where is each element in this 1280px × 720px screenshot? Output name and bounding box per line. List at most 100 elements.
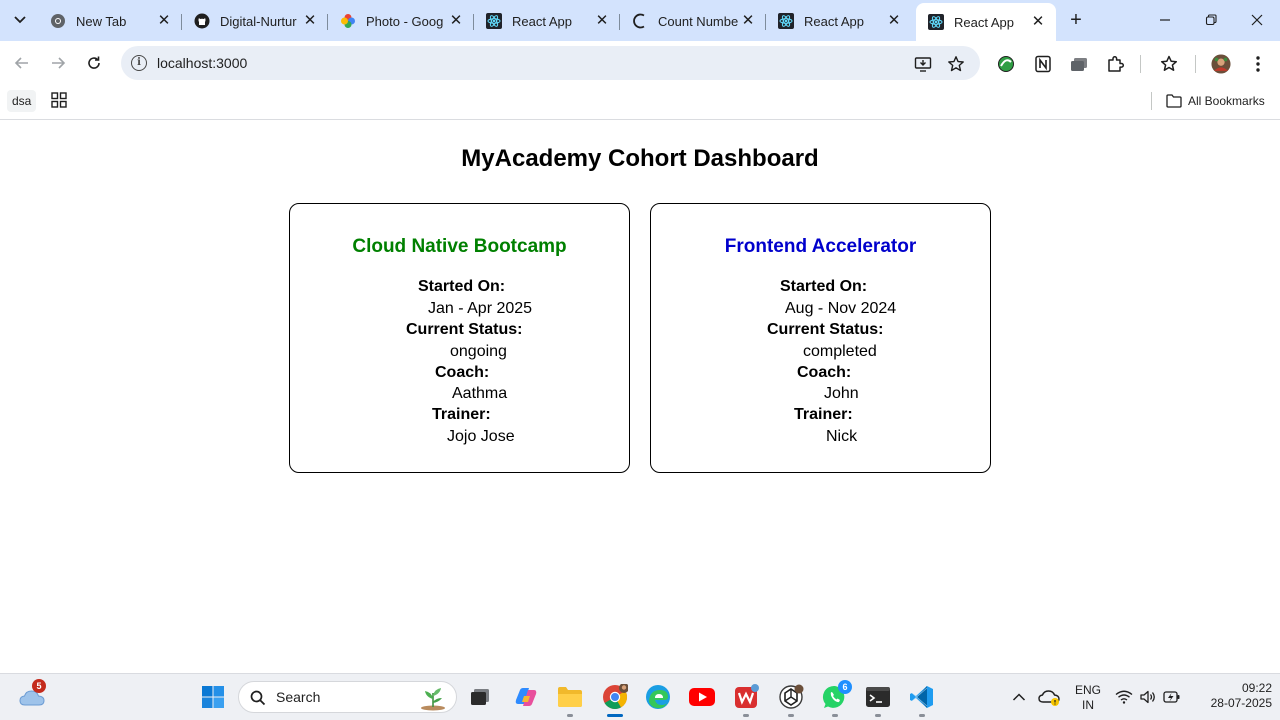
youtube-icon[interactable] (687, 682, 717, 712)
close-icon[interactable]: ✕ (886, 13, 902, 29)
reload-button[interactable] (82, 51, 106, 75)
extension-gray-icon[interactable] (1069, 54, 1089, 74)
bookmarks-separator (1151, 92, 1152, 110)
vscode-icon[interactable] (907, 682, 937, 717)
running-indicator (788, 714, 794, 717)
tab-title: Count Numbe (658, 13, 739, 29)
weather-icon[interactable]: 5 (17, 679, 47, 712)
react-icon (928, 14, 944, 30)
cohort-name: Frontend Accelerator (724, 236, 917, 257)
new-tab-button[interactable]: + (1064, 8, 1088, 32)
tab-title: React App (512, 13, 572, 29)
status-label: Current Status: (767, 321, 884, 338)
copilot-icon[interactable] (511, 682, 541, 712)
chrome-icon (50, 13, 66, 29)
battery-charging-icon (1163, 691, 1180, 703)
profile-avatar[interactable] (1211, 54, 1231, 74)
close-icon[interactable]: ✕ (448, 13, 464, 29)
browser-menu-icon[interactable] (1248, 54, 1268, 74)
extension-green-icon[interactable] (996, 54, 1016, 74)
trainer-label: Trainer: (432, 406, 491, 423)
clock-time: 09:22 (1241, 681, 1272, 695)
forward-button[interactable] (46, 51, 70, 75)
language-indicator[interactable]: ENG IN (1068, 683, 1108, 713)
wps-office-icon[interactable] (731, 682, 761, 717)
tab-react-app-active[interactable]: React App ✕ (916, 3, 1056, 41)
chevron-down-icon (14, 16, 26, 24)
url-text[interactable]: localhost:3000 (157, 55, 247, 71)
tab-new-tab[interactable]: New Tab ✕ (38, 6, 182, 36)
bookmark-dsa[interactable]: dsa (7, 90, 37, 112)
whatsapp-badge: 6 (838, 680, 852, 694)
close-icon[interactable]: ✕ (1030, 14, 1046, 30)
apps-grid-icon[interactable] (51, 92, 67, 108)
start-button[interactable] (198, 682, 228, 712)
chatgpt-icon[interactable] (776, 682, 806, 717)
notion-icon[interactable] (1033, 54, 1053, 74)
chevron-up-icon (1012, 693, 1026, 701)
page-title: MyAcademy Cohort Dashboard (461, 145, 819, 172)
react-icon (486, 13, 502, 29)
tab-title: React App (954, 14, 1014, 30)
volume-icon (1140, 690, 1155, 704)
star-icon[interactable] (947, 55, 965, 73)
whatsapp-icon[interactable]: 6 (820, 680, 852, 717)
coach-label: Coach: (797, 364, 852, 381)
region-code: IN (1082, 698, 1094, 712)
chrome-taskbar-icon[interactable] (600, 682, 630, 717)
tab-digital-nurture[interactable]: Digital-Nurtur ✕ (182, 6, 328, 36)
trainer-value: Jojo Jose (447, 428, 515, 445)
trainer-label: Trainer: (794, 406, 853, 423)
reload-icon (88, 56, 100, 69)
cohort-card: Cloud Native Bootcamp Started On: Jan - … (289, 203, 630, 473)
running-indicator (743, 714, 749, 717)
close-icon[interactable]: ✕ (740, 13, 756, 29)
close-icon[interactable]: ✕ (594, 13, 610, 29)
running-indicator (875, 714, 881, 717)
install-app-icon[interactable] (914, 55, 932, 73)
all-bookmarks-label: All Bookmarks (1188, 94, 1265, 108)
tab-strip: New Tab ✕ Digital-Nurtur ✕ Photo - Goog … (0, 0, 1280, 41)
close-icon[interactable]: ✕ (156, 13, 172, 29)
task-view-icon[interactable] (465, 682, 495, 712)
tab-title: Photo - Goog (366, 13, 444, 29)
minimize-icon (1160, 19, 1170, 21)
system-tray-status[interactable] (1111, 682, 1185, 712)
onedrive-icon[interactable] (1035, 682, 1065, 712)
file-explorer-icon[interactable] (555, 682, 585, 717)
started-label: Started On: (418, 278, 506, 295)
search-icon (250, 690, 266, 706)
site-info-icon[interactable]: i (131, 55, 147, 71)
terminal-icon[interactable] (863, 682, 893, 717)
tab-search-button[interactable] (6, 8, 34, 32)
clock[interactable]: 09:22 28-07-2025 (1196, 681, 1272, 711)
react-icon (778, 13, 794, 29)
taskbar: 5 Search 6 ENG IN 09:22 28-07-2025 (0, 673, 1280, 720)
tab-photo[interactable]: Photo - Goog ✕ (328, 6, 474, 36)
tab-count-number[interactable]: Count Numbe ✕ (620, 6, 766, 36)
close-icon[interactable]: ✕ (302, 13, 318, 29)
address-bar[interactable]: i localhost:3000 (121, 46, 980, 80)
arrow-left-icon (14, 57, 28, 69)
show-hidden-icons-button[interactable] (1004, 682, 1034, 712)
all-bookmarks-button[interactable]: All Bookmarks (1166, 91, 1265, 111)
restore-button[interactable] (1196, 6, 1226, 34)
browser-toolbar: i localhost:3000 (0, 41, 1280, 85)
tab-title: React App (804, 13, 864, 29)
status-value: completed (803, 343, 877, 360)
clock-date: 28-07-2025 (1210, 696, 1272, 710)
extensions-puzzle-icon[interactable] (1105, 54, 1125, 74)
tab-react-app-1[interactable]: React App ✕ (474, 6, 620, 36)
trainer-value: Nick (826, 428, 858, 445)
reading-list-icon[interactable] (1159, 54, 1179, 74)
taskbar-search-box[interactable]: Search (238, 681, 457, 713)
close-window-button[interactable] (1242, 6, 1272, 34)
tab-react-app-2[interactable]: React App ✕ (766, 6, 912, 36)
running-indicator (567, 714, 573, 717)
back-button[interactable] (10, 51, 34, 75)
status-value: ongoing (450, 343, 507, 360)
edge-icon[interactable] (643, 682, 673, 712)
minimize-button[interactable] (1150, 6, 1180, 34)
language-code: ENG (1074, 683, 1101, 697)
coach-value: Aathma (452, 385, 508, 402)
